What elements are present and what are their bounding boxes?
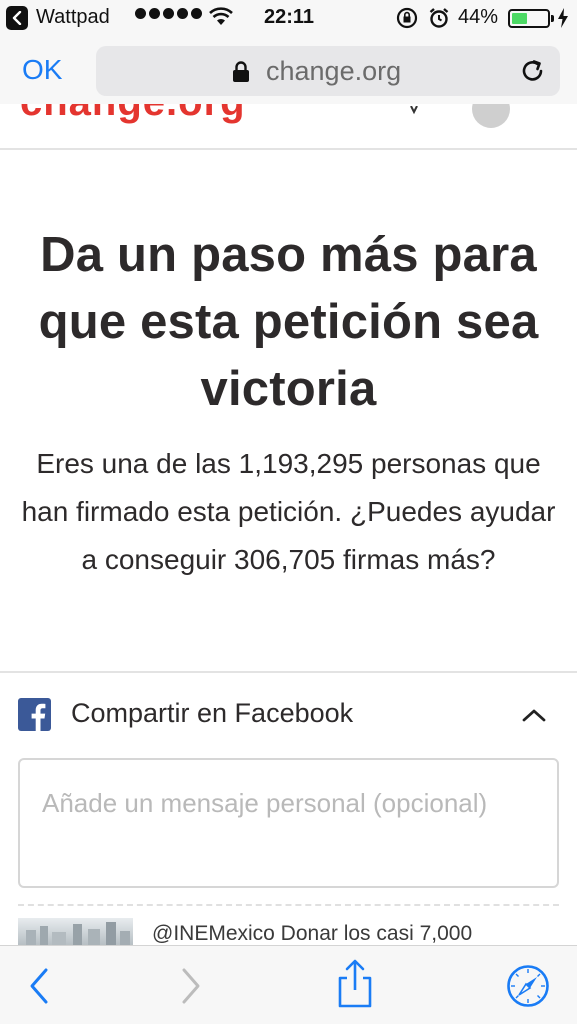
back-app-name[interactable]: Wattpad [36, 6, 110, 29]
address-field[interactable]: change.org [96, 46, 560, 96]
lock-icon [233, 61, 249, 82]
menu-chevron-icon[interactable] [410, 106, 418, 116]
browser-url-bar: OK change.org [0, 38, 577, 104]
rotation-lock-icon [396, 7, 418, 29]
alarm-icon [429, 8, 449, 28]
status-bar: Wattpad 22:11 44% [0, 0, 577, 38]
battery-percent: 44% [458, 6, 499, 28]
avatar[interactable] [472, 104, 510, 128]
site-logo[interactable]: change.org [20, 104, 246, 125]
browser-toolbar [0, 945, 577, 1024]
done-button[interactable]: OK [22, 54, 62, 86]
compass-icon[interactable] [506, 964, 550, 1008]
site-header: change.org [0, 104, 577, 150]
reload-icon[interactable] [520, 58, 546, 84]
battery-icon [508, 9, 550, 28]
battery-tip [551, 15, 554, 22]
back-arrow-icon[interactable] [26, 966, 52, 1006]
battery-level-fill [512, 13, 527, 24]
forward-arrow-icon[interactable] [178, 966, 204, 1006]
share-facebook-label: Compartir en Facebook [71, 698, 354, 728]
page-title: Da un paso más para que esta petición se… [38, 228, 539, 416]
signal-strength-icon [135, 8, 202, 19]
wifi-icon [209, 7, 233, 25]
signature-count-text: Eres una de las 1,193,295 personas que h… [21, 448, 556, 575]
link-preview-image [18, 918, 133, 946]
chevron-up-icon[interactable] [522, 708, 546, 722]
clock: 22:11 [264, 6, 315, 28]
personal-message-input[interactable] [18, 758, 559, 888]
charging-bolt-icon [558, 8, 568, 28]
facebook-share-header[interactable]: Compartir en Facebook [0, 690, 577, 740]
section-divider [0, 671, 577, 673]
url-text: change.org [266, 56, 402, 86]
share-icon[interactable] [335, 958, 375, 1010]
dashed-divider [18, 904, 559, 906]
facebook-icon [18, 698, 51, 731]
back-to-app-icon[interactable] [6, 6, 28, 30]
link-preview-text: @INEMexico Donar los casi 7,000 [152, 922, 473, 945]
